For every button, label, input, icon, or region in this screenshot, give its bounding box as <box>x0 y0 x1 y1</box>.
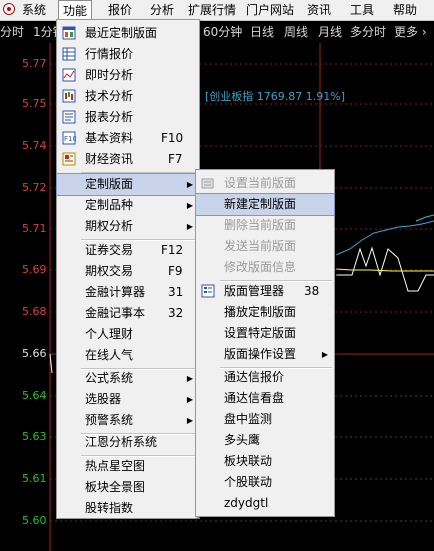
menu-item-new-custom-layout[interactable]: 新建定制版面 <box>195 193 335 216</box>
menu-item-zdydgtl[interactable]: zdydgtl <box>196 493 334 514</box>
menu-item-sector-panorama[interactable]: 板块全景图 <box>57 477 199 498</box>
period-timeshare[interactable]: 分时 <box>0 23 24 41</box>
menu-item-tdx-quotes[interactable]: 通达信报价 <box>196 367 334 388</box>
menu-item-edit-layout-info[interactable]: 修改版面信息 <box>196 257 334 278</box>
menu-item-custom-layout[interactable]: 定制版面 ▶ <box>56 173 200 196</box>
period-60min[interactable]: 60分钟 <box>203 23 242 41</box>
menu-item-sector-linkage[interactable]: 板块联动 <box>196 451 334 472</box>
menu-item-options-analysis[interactable]: 期权分析 ▶ <box>57 216 199 237</box>
function-menu: 最近定制版面 行情报价 即时分析 技术分析 报表分析 F10 基本资料 F10 … <box>56 19 200 519</box>
menu-system[interactable]: 系统 <box>18 0 50 20</box>
menu-item-basic-info[interactable]: F10 基本资料 F10 <box>57 128 199 149</box>
menu-tools[interactable]: 工具 <box>346 0 378 20</box>
menu-item-recent-layout[interactable]: 最近定制版面 <box>57 23 199 44</box>
menu-item-neeq-index[interactable]: 股转指数 <box>57 498 199 519</box>
report-icon <box>62 110 76 124</box>
candlestick-icon <box>62 89 76 103</box>
menu-item-layout-manager[interactable]: 版面管理器 38 <box>196 281 334 302</box>
menu-function[interactable]: 功能 <box>58 0 93 20</box>
realtime-chart-icon <box>62 68 76 82</box>
layout-manager-icon <box>201 284 215 298</box>
price-axis-label: 5.64 <box>22 389 47 402</box>
menu-item-bull-eagle[interactable]: 多头鹰 <box>196 430 334 451</box>
price-axis-label: 5.72 <box>22 181 47 194</box>
menu-news[interactable]: 资讯 <box>303 0 335 20</box>
period-more[interactable]: 更多 › <box>394 23 427 41</box>
menu-portal[interactable]: 门户网站 <box>242 0 298 20</box>
menu-item-tdx-watch[interactable]: 通达信看盘 <box>196 388 334 409</box>
index-line <box>335 220 434 256</box>
svg-text:F10: F10 <box>64 135 76 143</box>
period-daily[interactable]: 日线 <box>250 23 274 41</box>
price-axis-label: 5.66 <box>22 347 47 360</box>
app-logo-icon[interactable] <box>3 3 15 15</box>
period-monthly[interactable]: 月线 <box>318 23 342 41</box>
price-axis-label: 5.74 <box>22 139 47 152</box>
submenu-arrow-icon: ▶ <box>186 395 193 404</box>
menu-item-hotspot-map[interactable]: 热点星空图 <box>57 456 199 477</box>
menu-item-set-current-layout[interactable]: 设置当前版面 <box>196 173 334 194</box>
menu-bar: 系统 功能 报价 分析 扩展行情 门户网站 资讯 工具 帮助 <box>0 0 434 21</box>
price-axis-label: 5.60 <box>22 514 47 527</box>
quote-table-icon <box>62 47 76 61</box>
index-line-secondary <box>415 214 434 222</box>
menu-item-set-specific-layout[interactable]: 设置特定版面 <box>196 323 334 344</box>
period-weekly[interactable]: 周线 <box>284 23 308 41</box>
menu-item-delete-current-layout[interactable]: 删除当前版面 <box>196 215 334 236</box>
period-multi-timeshare[interactable]: 多分时 <box>350 23 386 41</box>
price-axis-label: 5.68 <box>22 305 47 318</box>
submenu-arrow-icon: ▶ <box>186 374 193 383</box>
news-icon <box>62 152 76 166</box>
index-label: [创业板指 1769.87 1.91%] <box>205 90 346 103</box>
price-axis-label: 5.71 <box>22 222 47 235</box>
menu-analysis[interactable]: 分析 <box>146 0 178 20</box>
menu-item-custom-symbols[interactable]: 定制品种 ▶ <box>57 195 199 216</box>
custom-layout-submenu: 设置当前版面 新建定制版面 删除当前版面 发送当前版面 修改版面信息 版面管理器… <box>195 169 335 517</box>
submenu-arrow-icon: ▶ <box>186 222 193 231</box>
menu-help[interactable]: 帮助 <box>389 0 421 20</box>
menu-item-financial-calculator[interactable]: 金融计算器 31 <box>57 282 199 303</box>
menu-item-financial-notebook[interactable]: 金融记事本 32 <box>57 303 199 324</box>
menu-item-intraday-monitor[interactable]: 盘中监测 <box>196 409 334 430</box>
submenu-arrow-icon: ▶ <box>186 201 193 210</box>
price-axis-label: 5.61 <box>22 472 47 485</box>
menu-item-stock-linkage[interactable]: 个股联动 <box>196 472 334 493</box>
submenu-arrow-icon: ▶ <box>321 350 328 359</box>
menu-item-online-popularity[interactable]: 在线人气 <box>57 345 199 366</box>
price-axis-label: 5.75 <box>22 97 47 110</box>
f10-icon: F10 <box>62 131 76 145</box>
menu-extended-market[interactable]: 扩展行情 <box>184 0 240 20</box>
menu-item-finance-news[interactable]: 财经资讯 F7 <box>57 149 199 170</box>
menu-item-alert-system[interactable]: 预警系统 ▶ <box>57 410 199 431</box>
menu-item-send-current-layout[interactable]: 发送当前版面 <box>196 236 334 257</box>
menu-item-securities-trading[interactable]: 证券交易 F12 <box>57 240 199 261</box>
menu-item-technical-analysis[interactable]: 技术分析 <box>57 86 199 107</box>
menu-item-play-custom-layout[interactable]: 播放定制版面 <box>196 302 334 323</box>
menu-item-personal-finance[interactable]: 个人理财 <box>57 324 199 345</box>
price-axis-label: 5.63 <box>22 430 47 443</box>
menu-item-realtime-analysis[interactable]: 即时分析 <box>57 65 199 86</box>
layout-settings-icon <box>201 178 214 189</box>
price-axis-label: 5.77 <box>22 57 47 70</box>
price-axis-label: 5.69 <box>22 263 47 276</box>
menu-item-quotes[interactable]: 行情报价 <box>57 44 199 65</box>
menu-item-layout-operation-settings[interactable]: 版面操作设置 ▶ <box>196 344 334 365</box>
recent-layout-icon <box>62 26 76 40</box>
menu-quote[interactable]: 报价 <box>104 0 136 20</box>
menu-item-report-analysis[interactable]: 报表分析 <box>57 107 199 128</box>
menu-item-formula-system[interactable]: 公式系统 ▶ <box>57 368 199 389</box>
menu-item-gann-analysis[interactable]: 江恩分析系统 <box>57 432 199 453</box>
menu-item-stock-screener[interactable]: 选股器 ▶ <box>57 389 199 410</box>
submenu-arrow-icon: ▶ <box>186 416 193 425</box>
menu-item-options-trading[interactable]: 期权交易 F9 <box>57 261 199 282</box>
submenu-arrow-icon: ▶ <box>186 180 193 189</box>
